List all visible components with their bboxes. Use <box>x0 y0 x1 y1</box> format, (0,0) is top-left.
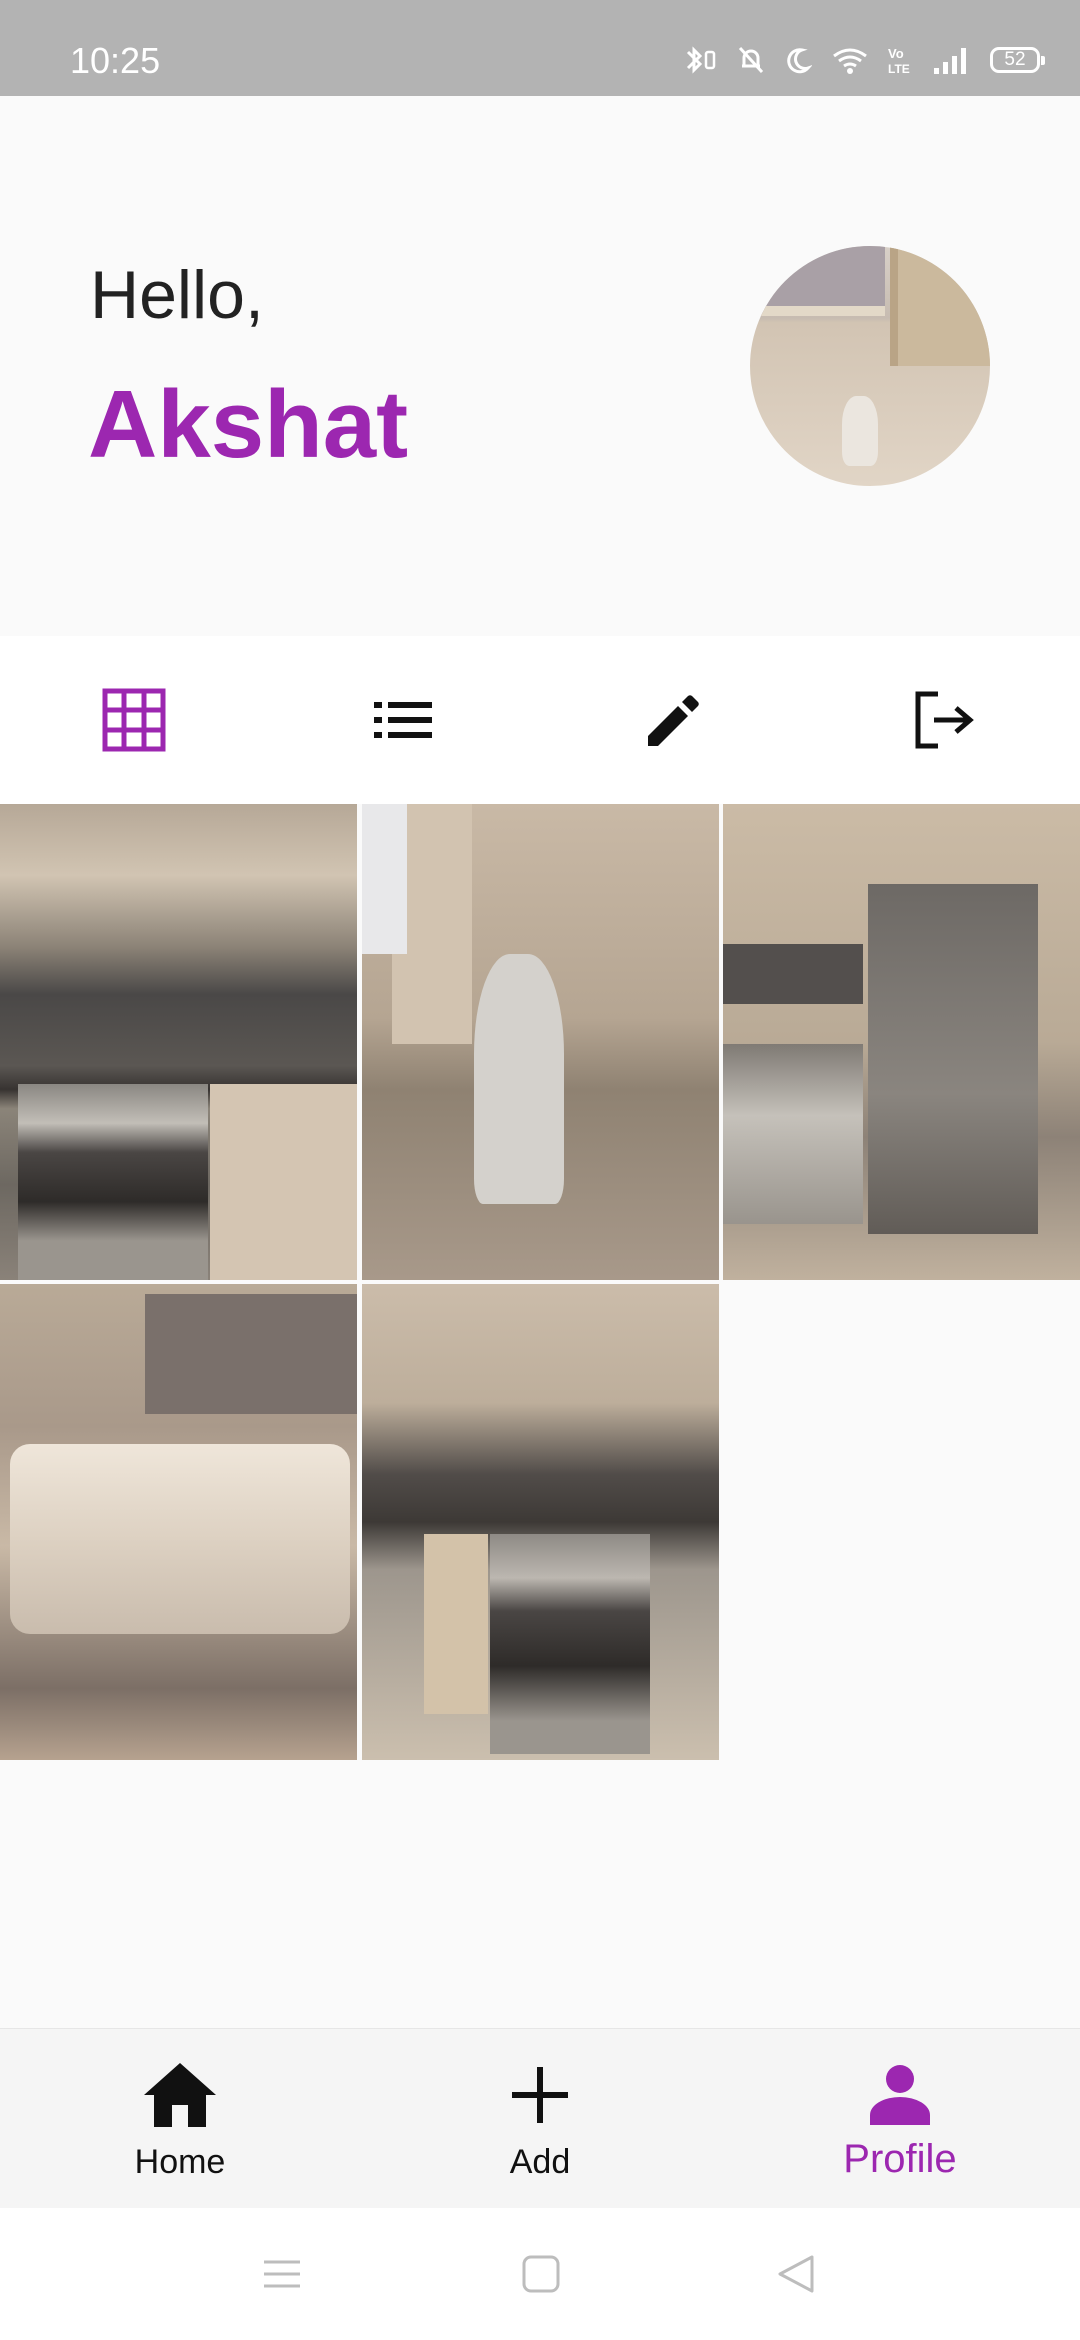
tiles-shape <box>723 944 863 1004</box>
home-icon <box>144 2063 216 2127</box>
profile-tab-bar <box>0 636 1080 804</box>
wall-panels-shape <box>145 1294 357 1414</box>
wifi-icon <box>833 48 867 74</box>
cabinet-shape <box>210 1084 357 1280</box>
drawers-shape <box>424 1534 488 1714</box>
avatar[interactable] <box>750 246 990 486</box>
list-icon <box>374 702 432 738</box>
sofa-photo[interactable] <box>0 1284 357 1760</box>
kitchen-oven-photo[interactable] <box>362 1284 719 1760</box>
avatar-window <box>750 246 885 316</box>
nav-home[interactable]: Home <box>60 2029 300 2209</box>
tab-logout[interactable] <box>902 678 986 762</box>
nav-home-label: Home <box>134 2143 226 2181</box>
nav-profile[interactable]: Profile <box>780 2029 1020 2209</box>
kitchen-stove-photo[interactable] <box>0 804 357 1280</box>
greeting-text: Hello, <box>90 257 264 333</box>
oven-shape <box>18 1084 208 1280</box>
mute-icon <box>738 46 764 74</box>
svg-text:Vo: Vo <box>888 46 904 61</box>
person-icon <box>870 2065 930 2125</box>
nav-add[interactable]: Add <box>420 2029 660 2209</box>
dog-figure-photo[interactable] <box>362 804 719 1280</box>
dog-shape <box>474 954 564 1204</box>
nav-add-label: Add <box>509 2143 571 2181</box>
sofa-shape <box>10 1444 350 1634</box>
edit-pencil-icon <box>648 695 699 746</box>
dishwasher-shape <box>723 1044 863 1224</box>
grid-icon <box>102 688 166 752</box>
tab-edit[interactable] <box>632 678 716 762</box>
nav-profile-label: Profile <box>843 2137 957 2181</box>
logout-icon <box>915 691 974 749</box>
window-shape <box>362 804 407 954</box>
plus-icon <box>512 2067 568 2123</box>
bottom-navigation: Home Add Profile <box>0 2028 1080 2209</box>
bluetooth-icon <box>686 46 716 74</box>
menu-icon[interactable] <box>262 2254 302 2294</box>
avatar-cat <box>842 396 878 466</box>
status-icons: Vo LTE 52 <box>682 44 1045 76</box>
home-square-icon[interactable] <box>521 2254 561 2294</box>
status-time: 10:25 <box>70 40 161 81</box>
moon-icon <box>787 48 812 74</box>
battery-icon: 52 <box>990 47 1045 73</box>
system-nav-bar <box>0 2208 1080 2340</box>
oven-shape <box>490 1534 650 1754</box>
fridge-photo[interactable] <box>723 804 1080 1280</box>
back-icon[interactable] <box>776 2254 816 2294</box>
avatar-shelf <box>890 246 990 366</box>
volte-icon: VoLTE <box>888 46 910 76</box>
user-name: Akshat <box>88 371 409 478</box>
fridge-shape <box>868 884 1038 1234</box>
svg-text:LTE: LTE <box>888 62 910 76</box>
tab-list[interactable] <box>362 678 446 762</box>
status-bar: 10:25 Vo LTE 52 <box>0 0 1080 96</box>
tab-grid[interactable] <box>92 678 176 762</box>
signal-icon <box>934 48 966 74</box>
